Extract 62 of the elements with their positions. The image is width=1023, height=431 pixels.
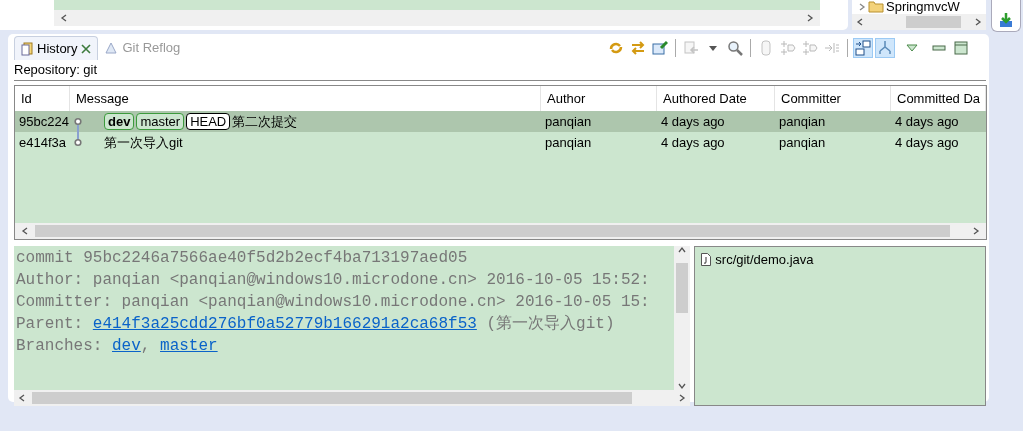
ref-label: master [136,113,185,130]
search-button[interactable] [725,38,745,58]
horizontal-scrollbar[interactable] [15,223,986,239]
table-cell-text: 4 days ago [894,112,960,131]
commit-message: 第一次导入git [104,133,183,152]
scroll-left-icon[interactable] [21,227,29,235]
commit-row[interactable]: e414f3a 第一次导入git panqian 4 days ago panqian 4 days ago [15,132,986,153]
commit-link[interactable]: master [160,337,218,355]
layout-icon [855,40,871,56]
layout-button[interactable] [853,38,873,58]
download-icon[interactable] [998,12,1014,28]
scroll-right-icon[interactable] [806,14,814,22]
table-cell-text: e414f3a [18,133,67,152]
table-cell-text: 4 days ago [894,133,960,152]
commit-link[interactable]: e414f3a25cdd276bf0a52779b166291a2ca68f53 [92,315,477,333]
close-icon[interactable] [81,43,92,54]
commit-link[interactable]: dev [112,337,141,355]
horizontal-scrollbar[interactable] [852,14,986,30]
file-item[interactable]: src/git/demo.java [715,250,814,270]
view-tab[interactable]: History [14,36,99,60]
scroll-right-icon[interactable] [972,227,980,235]
horizontal-scrollbar[interactable] [54,10,820,26]
table-cell-text: 4 days ago [660,112,726,131]
history-icon [21,41,33,56]
list-icon [824,40,840,56]
java-file-icon [701,253,712,267]
search-icon [727,40,743,56]
scroll-left-icon[interactable] [18,394,26,402]
merge-icon [802,40,818,56]
table-cell-text: panqian [778,112,827,131]
branch-button[interactable] [875,38,895,58]
scroll-left-icon[interactable] [60,14,68,22]
refresh-icon [608,40,624,56]
table-cell-text: 4 days ago [660,133,726,152]
pin-button[interactable] [650,38,670,58]
scroll-right-icon[interactable] [974,18,982,26]
import-icon [683,40,699,56]
pin-icon [652,40,668,56]
scroll-down-icon[interactable] [678,382,687,390]
ref-label: dev [104,113,135,130]
maximize-icon [953,40,969,56]
scroll-up-icon[interactable] [678,246,687,254]
table-cell-text: panqian [778,133,827,152]
table-cell-text: panqian [544,112,593,131]
scroll-right-icon[interactable] [678,394,687,402]
branch-icon [877,40,893,56]
maximize-button[interactable] [951,38,971,58]
compare-icon [630,40,646,56]
expand-icon[interactable] [858,3,866,11]
reflog-icon [104,41,119,55]
ref-label: HEAD [186,113,231,130]
cylinder-icon [758,40,774,56]
scroll-left-icon[interactable] [856,18,864,26]
commit-message: 第二次提交 [232,112,298,131]
merge-icon [780,40,796,56]
commit-row[interactable]: 95bc224 dev master HEAD 第二次提交 panqian 4 days ago panqian 4 days ago [15,111,986,132]
table-cell-text: 95bc224 [18,112,70,131]
repository-label: Repository: git [14,61,98,80]
table-cell-text: panqian [544,133,593,152]
horizontal-scrollbar[interactable] [14,390,691,406]
commit-details-text: commit 95bc2246a7566ae40f5d2b2ecf4ba713197aed05 Author: panqian <panqian@windows10.microdone.cn> 2016-10-05 15:52: Committer: panqian <panqian@windows10.microdone.cn> 2016-10-05 15: Parent: e414f3a25cdd276bf0a52779b166291a2ca68f53 (第一次导入git) Branches: dev, master [15,248,651,357]
vertical-scrollbar[interactable] [674,246,691,390]
